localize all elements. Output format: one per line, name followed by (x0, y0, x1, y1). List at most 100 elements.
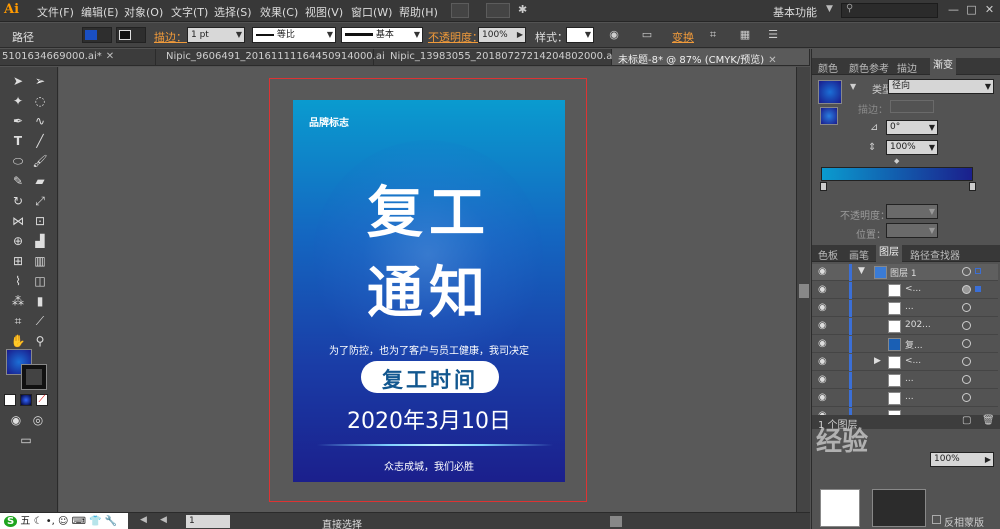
menu-window[interactable]: 窗口(W) (351, 4, 392, 20)
layer-name[interactable]: 图层 1 (890, 266, 917, 279)
perspective-grid-icon[interactable]: ▟ (32, 233, 48, 249)
target-icon[interactable] (962, 267, 971, 276)
headline-line-1[interactable]: 复工 (293, 168, 565, 249)
blend-icon[interactable]: ◫ (32, 273, 48, 289)
layer-name[interactable]: ... (905, 302, 914, 312)
gradient-preview-swatch[interactable] (818, 80, 842, 104)
workspace-switcher[interactable]: 基本功能 (773, 4, 817, 20)
opacity-mask-thumbnail[interactable] (872, 489, 926, 527)
subline-text[interactable]: 为了防控，也为了客户与员工健康，我司决定 (293, 342, 565, 357)
layer-name[interactable]: 202... (905, 320, 931, 330)
gradient-fill-icon[interactable] (820, 107, 838, 125)
draw-inside-icon[interactable]: ◎ (30, 412, 46, 428)
target-icon[interactable] (962, 285, 971, 294)
menu-help[interactable]: 帮助(H) (399, 4, 438, 20)
recolor-icon[interactable]: ◉ (607, 28, 621, 42)
search-input[interactable]: ⚲ (841, 3, 938, 18)
eye-icon[interactable]: ◉ (818, 374, 827, 385)
tab-document-active[interactable]: 未标题-8* @ 87% (CMYK/预览) ✕ (612, 49, 810, 65)
brush-definition[interactable]: 基本 ▼ (341, 27, 423, 43)
free-transform-icon[interactable]: ⊡ (32, 213, 48, 229)
maximize-button[interactable]: □ (964, 3, 979, 17)
layer-name[interactable]: 复... (905, 338, 923, 351)
menu-object[interactable]: 对象(O) (124, 4, 163, 20)
layer-name[interactable]: ... (905, 392, 914, 402)
curvature-icon[interactable]: ∿ (32, 113, 48, 129)
artboard-poster[interactable]: 品牌标志 复工 通知 为了防控，也为了客户与员工健康，我司决定 复工时间 202… (293, 100, 565, 482)
shape-builder-icon[interactable]: ⊕ (10, 233, 26, 249)
midpoint-diamond-icon[interactable]: ◆ (894, 157, 899, 165)
menu-effect[interactable]: 效果(C) (260, 4, 298, 20)
delete-layer-icon[interactable]: 🗑 (982, 415, 995, 426)
align-icon[interactable]: ▭ (640, 28, 654, 42)
layer-row[interactable]: ◉ 复... (812, 336, 998, 353)
tab-pathfinder[interactable]: 路径查找器 (910, 247, 960, 262)
bounding-icon[interactable]: ▦ (738, 28, 752, 42)
transform-link[interactable]: 变换 (672, 29, 694, 45)
tab-swatches[interactable]: 色板 (818, 247, 838, 262)
artboard-number-field[interactable]: 1 (186, 515, 230, 528)
close-icon[interactable]: ✕ (768, 55, 776, 65)
headline-line-2[interactable]: 通知 (293, 248, 565, 329)
target-icon[interactable] (962, 303, 971, 312)
color-mode-icon[interactable] (4, 394, 16, 406)
close-icon[interactable]: ✕ (106, 51, 114, 62)
gradient-slider[interactable] (821, 167, 973, 181)
canvas-area[interactable]: 品牌标志 复工 通知 为了防控，也为了客户与员工健康，我司决定 复工时间 202… (59, 67, 796, 512)
eye-icon[interactable]: ◉ (818, 356, 827, 367)
pencil-icon[interactable]: ✎ (10, 173, 26, 189)
gradient-tool-icon[interactable]: ▥ (32, 253, 48, 269)
tab-stroke[interactable]: 描边 (897, 60, 917, 75)
isolate-icon[interactable]: ⌗ (706, 28, 720, 42)
menu-type[interactable]: 文字(T) (171, 4, 208, 20)
vertical-scrollbar[interactable] (796, 67, 810, 512)
angle-select[interactable]: 0° ▼ (886, 120, 938, 135)
eye-icon[interactable]: ◉ (818, 338, 827, 349)
target-icon[interactable] (962, 321, 971, 330)
lasso-icon[interactable]: ◌ (32, 93, 48, 109)
eye-icon[interactable]: ◉ (818, 284, 827, 295)
none-mode-icon[interactable]: ⟋ (36, 394, 48, 406)
layer-row[interactable]: ◉... (812, 300, 998, 317)
selection-indicator[interactable] (975, 286, 981, 292)
rotate-icon[interactable]: ↻ (10, 193, 26, 209)
tab-document-3[interactable]: Nipic_13983055_20180727214204802000.ai*✕ (384, 49, 633, 65)
magic-wand-icon[interactable]: ✦ (10, 93, 26, 109)
artboard-icon[interactable]: ⌗ (10, 313, 26, 329)
paintbrush-icon[interactable]: 🖌 (32, 153, 48, 169)
slogan-text[interactable]: 众志成城，我们必胜 (293, 458, 565, 473)
eye-icon[interactable]: ◉ (818, 320, 827, 331)
stroke-color-swatch[interactable] (21, 364, 47, 390)
selection-indicator[interactable] (975, 268, 981, 274)
panel-menu-icon[interactable]: ☰ (766, 28, 780, 42)
layer-row[interactable]: ◉ <... (812, 282, 998, 299)
mask-thumbnail[interactable] (820, 489, 860, 527)
scroll-thumb[interactable] (799, 284, 809, 298)
menu-file[interactable]: 文件(F) (37, 4, 74, 20)
gradient-stop-end[interactable] (969, 182, 976, 191)
time-pill[interactable]: 复工时间 (361, 361, 499, 393)
direct-selection-tool-icon[interactable]: ➢ (32, 73, 48, 89)
eraser-icon[interactable]: ▰ (32, 173, 48, 189)
tab-brushes[interactable]: 画笔 (849, 247, 869, 262)
opacity-select[interactable]: 100% ▶ (478, 27, 526, 43)
gradient-mode-icon[interactable] (20, 394, 32, 406)
tab-color[interactable]: 颜色 (818, 60, 838, 75)
minimize-button[interactable]: — (946, 3, 961, 17)
layer-name[interactable]: <... (905, 284, 921, 294)
selection-tool-icon[interactable]: ➤ (10, 73, 26, 89)
target-icon[interactable] (962, 339, 971, 348)
gradient-type-select[interactable]: 径向 ▼ (888, 79, 994, 94)
close-button[interactable]: ✕ (982, 3, 997, 17)
gradient-menu-icon[interactable]: ▼ (850, 82, 856, 91)
menu-select[interactable]: 选择(S) (214, 4, 252, 20)
prev-artboard-icon[interactable]: ◀ (140, 515, 147, 525)
tab-layers[interactable]: 图层 (876, 245, 902, 262)
draw-mode-icon[interactable]: ◉ (8, 412, 24, 428)
transparency-opacity-select[interactable]: 100% ▶ (930, 452, 994, 467)
opacity-label[interactable]: 不透明度： (428, 29, 483, 45)
layer-row[interactable]: ◉ 202... (812, 318, 998, 335)
screen-mode-icon[interactable]: ▭ (18, 432, 34, 448)
eye-icon[interactable]: ◉ (818, 266, 827, 277)
expand-triangle-icon[interactable]: ▶ (874, 356, 881, 366)
